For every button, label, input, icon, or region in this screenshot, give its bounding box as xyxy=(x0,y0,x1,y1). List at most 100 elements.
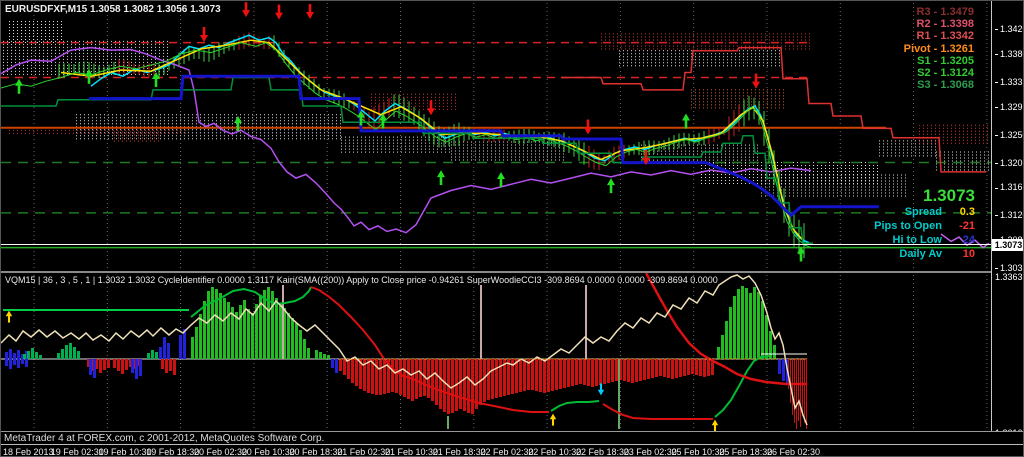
histogram-bar xyxy=(239,305,242,359)
info-row: Spread 0.3 xyxy=(904,206,975,218)
histogram-bar xyxy=(725,321,728,359)
time-axis-label: 22 Feb 18:30 xyxy=(576,447,630,457)
time-axis-label: 22 Feb 02:30 xyxy=(480,447,534,457)
histogram-bar xyxy=(753,287,756,359)
histogram-bar xyxy=(139,359,142,376)
histogram-bar xyxy=(125,359,128,370)
histogram-bar xyxy=(155,352,158,359)
histogram-bar xyxy=(147,353,150,359)
pivot-row-r1: R1 - 1.3342 xyxy=(916,30,974,43)
up-arrow-icon xyxy=(682,113,690,121)
histogram-bar xyxy=(419,359,422,397)
up-arrow-icon xyxy=(711,419,719,426)
histogram-bar xyxy=(611,359,614,382)
histogram-bar xyxy=(107,359,110,368)
histogram-bar xyxy=(435,359,438,405)
histogram-bar xyxy=(703,359,706,377)
histogram-bar xyxy=(77,351,80,359)
histogram-bar xyxy=(173,359,176,375)
histogram-bar xyxy=(615,359,618,381)
histogram-bar xyxy=(191,337,194,359)
histogram-bar xyxy=(707,359,710,376)
histogram-bar xyxy=(23,354,26,359)
histogram-bar xyxy=(331,359,334,368)
histogram-bar xyxy=(543,359,546,393)
histogram-bar xyxy=(563,359,566,388)
histogram-bar xyxy=(631,359,634,383)
histogram-bar xyxy=(403,359,406,397)
indicator-subwindow[interactable] xyxy=(1,271,991,431)
histogram-bar xyxy=(307,348,310,359)
price-axis[interactable]: 1.3420 1.3380 1.3335 1.3295 1.3250 1.3205 1.31… xyxy=(991,1,1023,444)
histogram-bar xyxy=(798,359,799,421)
up-arrow-icon xyxy=(437,170,445,178)
histogram-bar xyxy=(741,286,744,359)
time-axis-label: 21 Feb 18:30 xyxy=(432,447,486,457)
y-axis-tick: 1.3205 xyxy=(995,158,1023,168)
histogram-bar xyxy=(639,359,642,381)
histogram-bar xyxy=(151,350,154,359)
pivot-row-s2: S2 - 1.3124 xyxy=(917,67,974,80)
indicator-line xyxy=(89,74,879,218)
histogram-bar xyxy=(800,359,801,427)
histogram-bar xyxy=(21,359,24,364)
histogram-bar xyxy=(792,359,793,415)
pivot-row-r3: R3 - 1.3479 xyxy=(916,6,974,18)
histogram-bar xyxy=(367,359,370,393)
histogram-bar xyxy=(651,359,654,378)
up-arrow-icon xyxy=(549,413,557,420)
histogram-bar xyxy=(351,359,354,383)
histogram-bar xyxy=(515,359,518,393)
histogram-bar xyxy=(699,359,702,376)
histogram-bar xyxy=(655,359,658,377)
histogram-bar xyxy=(27,351,30,359)
histogram-bar xyxy=(571,359,574,386)
histogram-bar xyxy=(603,359,606,384)
histogram-bar xyxy=(199,314,202,359)
time-axis-label: 20 Feb 10:30 xyxy=(241,447,295,457)
histogram-bar xyxy=(165,359,168,373)
oscillator-line xyxy=(550,400,600,412)
histogram-bar xyxy=(323,354,326,359)
histogram-bar xyxy=(761,301,764,359)
histogram-bar xyxy=(796,359,797,429)
histogram-bar xyxy=(69,343,72,359)
histogram-bar xyxy=(595,359,598,386)
time-axis-label: 23 Feb 02:30 xyxy=(623,447,677,457)
up-arrow-icon xyxy=(497,171,505,179)
histogram-bar xyxy=(31,348,34,359)
histogram-bar xyxy=(247,309,250,359)
y-axis-tick: 1.3250 xyxy=(995,130,1023,140)
current-price-label: 1.3073 xyxy=(923,186,975,205)
histogram-bar xyxy=(391,359,394,392)
pivot-row-s3: S3 - 1.3068 xyxy=(917,79,974,92)
histogram-bar xyxy=(9,359,12,369)
up-arrow-icon xyxy=(85,68,93,76)
histogram-bar xyxy=(395,359,398,393)
histogram-bar xyxy=(5,359,8,366)
pivot-levels-panel: R3 - 1.3479 R2 - 1.3398 R1 - 1.3342 Pivot -… xyxy=(904,6,974,91)
histogram-bar xyxy=(535,359,538,391)
histogram-bar xyxy=(295,323,298,359)
histogram-bar xyxy=(647,359,650,379)
histogram-bar xyxy=(527,359,530,390)
vq-indicator-chart[interactable] xyxy=(1,273,991,431)
time-axis-label: 22 Feb 10:30 xyxy=(528,447,582,457)
time-axis-label: 25 Feb 18:30 xyxy=(719,447,773,457)
histogram-bar xyxy=(721,335,724,359)
histogram-bar xyxy=(159,347,162,359)
histogram-bar xyxy=(17,359,20,368)
histogram-bar xyxy=(163,337,166,359)
y-axis-tick: 1.3420 xyxy=(995,24,1023,34)
time-axis-label: 25 Feb 10:30 xyxy=(671,447,725,457)
histogram-bar xyxy=(291,318,294,359)
histogram-bar xyxy=(299,330,302,359)
main-price-chart[interactable] xyxy=(1,1,991,273)
down-arrow-icon xyxy=(200,34,208,42)
histogram-bar xyxy=(579,359,582,384)
time-axis[interactable]: 18 Feb 2013 19 Feb 02:30 19 Feb 10:30 19 Fe… xyxy=(1,444,1023,457)
time-axis-label: 20 Feb 18:30 xyxy=(289,447,343,457)
down-arrow-icon xyxy=(275,12,283,20)
histogram-bar xyxy=(251,313,254,359)
histogram-bar xyxy=(39,355,42,359)
